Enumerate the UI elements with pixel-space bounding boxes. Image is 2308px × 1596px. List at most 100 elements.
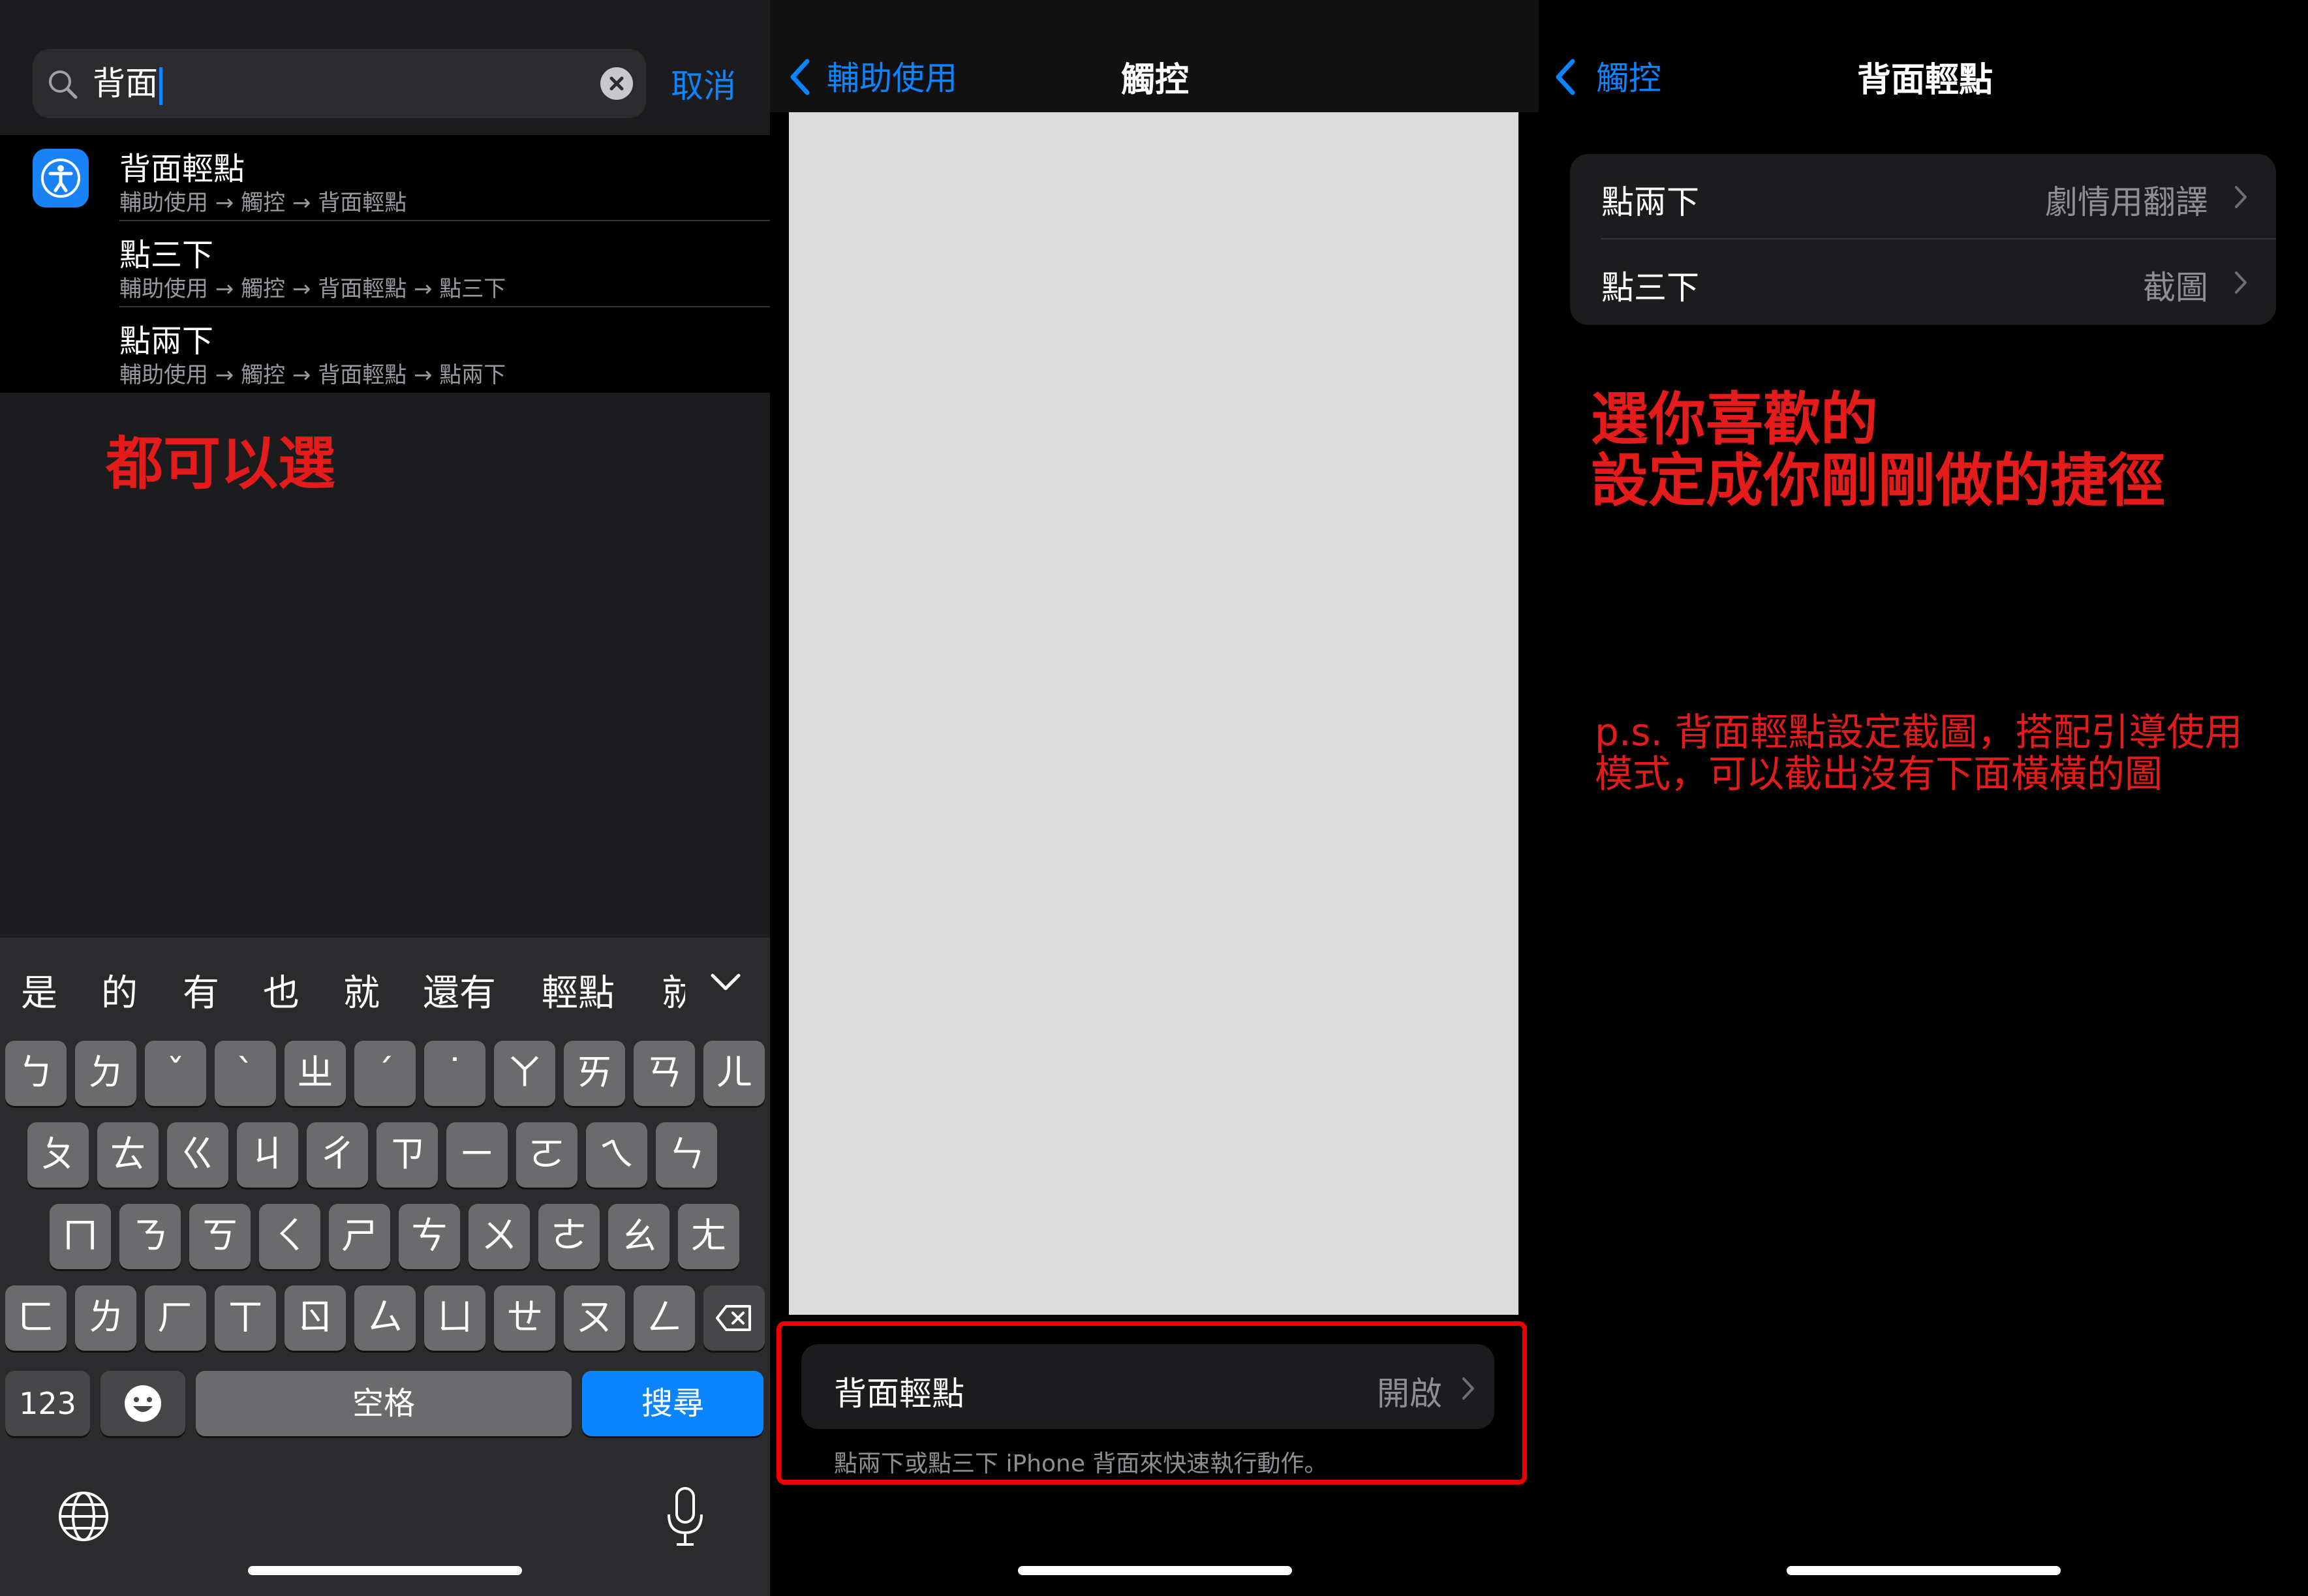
keyboard-key[interactable]: ㄉ	[75, 1041, 136, 1106]
keyboard-key[interactable]: ˇ	[145, 1041, 206, 1106]
cancel-button[interactable]: 取消	[671, 60, 736, 107]
footer-text: 點兩下或點三下 iPhone 背面來快速執行動作。	[834, 1450, 1328, 1477]
keyboard-key[interactable]: ㄔ	[307, 1122, 368, 1188]
keyboard-key[interactable]: ㄥ	[634, 1285, 695, 1351]
home-indicator[interactable]	[248, 1566, 522, 1575]
keyboard-key[interactable]: ㄜ	[538, 1204, 600, 1269]
keyboard-key[interactable]: ㄏ	[145, 1285, 206, 1351]
keyboard-key[interactable]: ㄊ	[97, 1122, 159, 1188]
annotation-text: 選你喜歡的 設定成你剛剛做的捷徑	[1591, 386, 2166, 514]
row-value: 開啟	[1377, 1375, 1442, 1413]
chevron-left-icon[interactable]	[1553, 57, 1577, 97]
keyboard-key[interactable]: ㄚ	[494, 1041, 555, 1106]
globe-icon[interactable]	[56, 1489, 111, 1544]
result-path: 輔助使用 → 觸控 → 背面輕點	[119, 190, 407, 216]
keyboard-key[interactable]: ㄢ	[634, 1041, 695, 1106]
search-field[interactable]: 背面	[33, 49, 646, 118]
keyboard-key[interactable]: ㄡ	[564, 1285, 625, 1351]
row-label: 背面輕點	[834, 1375, 964, 1413]
redacted-area	[789, 112, 1518, 1315]
keyboard-key[interactable]: ㄌ	[75, 1285, 136, 1351]
keyboard-key[interactable]: ˋ	[215, 1041, 276, 1106]
candidate-word[interactable]: 還有	[423, 964, 496, 1017]
keyboard-key[interactable]: ㄅ	[5, 1041, 67, 1106]
page-title: 背面輕點	[1857, 61, 1993, 100]
text-caret	[159, 67, 162, 105]
keyboard-key[interactable]: ㄑ	[259, 1204, 320, 1269]
chevron-right-icon	[1462, 1377, 1474, 1400]
search-input[interactable]: 背面	[93, 62, 162, 105]
emoji-key[interactable]	[100, 1371, 185, 1436]
accessibility-icon	[33, 149, 89, 207]
result-triple-tap[interactable]: 點三下 輔助使用 → 觸控 → 背面輕點 → 點三下	[119, 221, 770, 307]
candidate-word[interactable]: 是	[21, 964, 57, 1017]
keyboard-key[interactable]: ㄈ	[5, 1285, 67, 1351]
candidate-word[interactable]: 的	[101, 964, 138, 1017]
keyboard-key[interactable]: ㄎ	[189, 1204, 251, 1269]
keyboard-key[interactable]: ㄐ	[237, 1122, 298, 1188]
clear-icon[interactable]	[600, 67, 633, 100]
space-key[interactable]: 空格	[196, 1371, 572, 1436]
numbers-key[interactable]: 123	[5, 1371, 90, 1436]
delete-key[interactable]	[703, 1285, 765, 1351]
keyboard-key[interactable]: ㄘ	[399, 1204, 460, 1269]
page-title: 觸控	[1121, 61, 1190, 100]
back-button[interactable]: 輔助使用	[827, 52, 957, 99]
row-value: 截圖	[2143, 269, 2208, 307]
annotation-text: 都可以選	[106, 430, 336, 497]
result-back-tap[interactable]: 背面輕點 輔助使用 → 觸控 → 背面輕點	[119, 135, 770, 221]
keyboard-key[interactable]: ˙	[424, 1041, 485, 1106]
chevron-right-icon	[2235, 271, 2247, 294]
search-icon	[49, 70, 78, 99]
keyboard-key[interactable]: ㄇ	[50, 1204, 111, 1269]
keyboard-key[interactable]: ㄙ	[354, 1285, 416, 1351]
result-title: 點三下	[119, 237, 214, 273]
candidate-word[interactable]: 就	[662, 964, 685, 1017]
chevron-left-icon[interactable]	[788, 57, 811, 97]
candidate-word[interactable]: 也	[263, 964, 300, 1017]
keyboard-key[interactable]: ㄛ	[516, 1122, 577, 1188]
keyboard-key[interactable]: ㄧ	[446, 1122, 508, 1188]
back-button[interactable]: 觸控	[1596, 52, 1661, 99]
keyboard-key[interactable]: ㄋ	[119, 1204, 181, 1269]
keyboard-key[interactable]: ㄖ	[285, 1285, 346, 1351]
zhuyin-keyboard: 是 的 有 也 就 還有 輕點 就 ㄅㄉ ˇ ˋ ㄓ ˊ ˙ ㄚㄞㄢㄦ ㄆㄊㄍㄐㄔㄗㄧㄛㄟㄣ…	[0, 938, 770, 1596]
keyboard-key[interactable]: ㄆ	[27, 1122, 89, 1188]
triple-tap-row[interactable]: 點三下 截圖	[1570, 239, 2276, 325]
keyboard-key[interactable]: ㄦ	[703, 1041, 765, 1106]
home-indicator[interactable]	[1787, 1566, 2061, 1575]
candidate-word[interactable]: 就	[343, 964, 380, 1017]
result-path: 輔助使用 → 觸控 → 背面輕點 → 點兩下	[119, 362, 506, 388]
emoji-icon	[125, 1385, 161, 1422]
keyboard-key[interactable]: ㄤ	[678, 1204, 739, 1269]
double-tap-row[interactable]: 點兩下 劇情用翻譯	[1570, 154, 2276, 239]
keyboard-key[interactable]: ㄓ	[285, 1041, 346, 1106]
keyboard-key[interactable]: ㄨ	[469, 1204, 530, 1269]
candidate-word[interactable]: 輕點	[542, 964, 615, 1017]
keyboard-key[interactable]: ㄒ	[215, 1285, 276, 1351]
keyboard-key[interactable]: ㄣ	[656, 1122, 717, 1188]
keyboard-key[interactable]: ㄠ	[608, 1204, 669, 1269]
microphone-icon[interactable]	[662, 1486, 708, 1548]
back-tap-row[interactable]: 背面輕點 開啟	[801, 1344, 1494, 1429]
tap-options-group: 點兩下 劇情用翻譯 點三下 截圖	[1570, 154, 2276, 325]
keyboard-key[interactable]: ㄩ	[424, 1285, 485, 1351]
keyboard-key[interactable]: ㄍ	[167, 1122, 228, 1188]
result-title: 背面輕點	[119, 151, 245, 187]
keyboard-key[interactable]: ㄞ	[564, 1041, 625, 1106]
row-value: 劇情用翻譯	[2045, 183, 2208, 221]
result-path: 輔助使用 → 觸控 → 背面輕點 → 點三下	[119, 276, 506, 302]
row-label: 點三下	[1601, 269, 1699, 307]
row-label: 點兩下	[1601, 183, 1699, 221]
home-indicator[interactable]	[1018, 1566, 1292, 1575]
search-key[interactable]: 搜尋	[582, 1371, 763, 1436]
keyboard-key[interactable]: ˊ	[354, 1041, 416, 1106]
keyboard-key[interactable]: ㄟ	[586, 1122, 647, 1188]
result-double-tap[interactable]: 點兩下 輔助使用 → 觸控 → 背面輕點 → 點兩下	[119, 307, 770, 393]
keyboard-key[interactable]: ㄗ	[377, 1122, 438, 1188]
chevron-down-icon[interactable]	[709, 970, 743, 994]
keyboard-key[interactable]: ㄝ	[494, 1285, 555, 1351]
touch-settings-screen: 輔助使用 觸控 背面輕點 開啟 點兩下或點三下 iPhone 背面來快速執行動作…	[770, 0, 1539, 1596]
keyboard-key[interactable]: ㄕ	[329, 1204, 390, 1269]
candidate-word[interactable]: 有	[183, 964, 219, 1017]
